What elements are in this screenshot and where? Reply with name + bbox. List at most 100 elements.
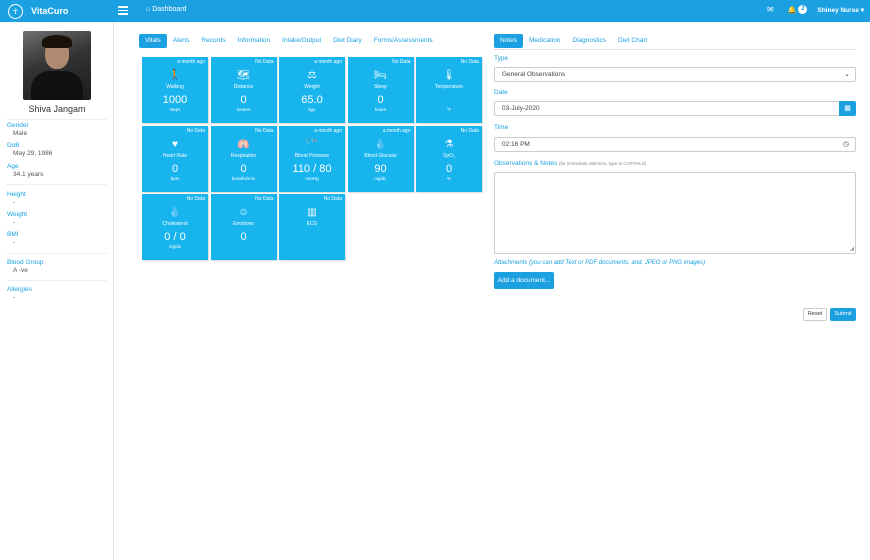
thermometer-icon: 🌡 — [442, 70, 456, 81]
vital-tile[interactable]: No Data ☺ Emotions 0 — [210, 194, 277, 260]
date-input[interactable]: 03-July-2020 ▦ — [494, 101, 856, 116]
add-document-button[interactable]: Add a document... — [494, 272, 554, 289]
home-icon: ⌂ — [146, 6, 151, 13]
tile-last-updated: No Data — [255, 59, 274, 65]
vital-tile[interactable]: a month ago ⚖ Weight 65.0 kgs — [279, 57, 345, 123]
tab-alerts[interactable]: Alerts — [167, 34, 196, 48]
tile-name: Emotions — [233, 221, 254, 227]
breadcrumb[interactable]: ⌂ Dashboard — [146, 6, 186, 13]
tab-diagnostics[interactable]: Diagnostics — [566, 34, 612, 48]
tile-name: Blood Pressure — [294, 152, 330, 159]
tab-intake-output[interactable]: Intake/Output — [276, 34, 327, 48]
tile-last-updated: No Data — [186, 127, 205, 134]
vitals-tabs: Vitals Alerts Records Information Intake… — [139, 34, 439, 48]
tab-diet-chart[interactable]: Diet Chart — [612, 34, 653, 48]
notes-textarea[interactable]: ◢ — [494, 172, 856, 254]
height-field: Height - — [7, 191, 26, 206]
top-navbar: ☥ VitaCuro ⌂ Dashboard ✉ 🔔 2 Shiney Nurs… — [0, 0, 870, 22]
patient-sidebar: Shiva Jangam Gender Male DoB May 29, 1986 … — [0, 22, 114, 560]
tile-value: 0 — [240, 231, 247, 243]
walking-icon: 🚶 — [168, 70, 182, 81]
vital-tile[interactable]: No Data ⚗ SpO₂ 0% — [416, 125, 482, 192]
tile-unit: % — [446, 175, 451, 181]
blood-group-field: Blood Group A -ve — [7, 259, 44, 274]
vital-tile[interactable]: No Data 🗺 Distance 0 meters — [210, 57, 277, 123]
tab-forms-assessments[interactable]: Forms/Assessments — [368, 34, 439, 48]
submit-button[interactable]: Submit — [830, 308, 856, 321]
clock-icon[interactable]: ◷ — [843, 138, 849, 151]
tile-unit: meters — [236, 107, 251, 112]
tile-last-updated: a month ago — [382, 127, 411, 134]
vital-tile[interactable]: No Data ♥ Heart Rate 0 bpm — [142, 125, 208, 192]
lungs-icon: 🫁 — [237, 138, 250, 150]
date-label: Date — [494, 89, 508, 96]
drop-icon: 💧 — [168, 207, 182, 218]
tile-value: 0 — [171, 162, 179, 175]
calendar-icon[interactable]: ▦ — [839, 101, 856, 116]
tile-unit: mg/dL — [168, 244, 182, 249]
tile-name: Walking — [166, 84, 184, 90]
weight-icon: ⚖ — [307, 70, 317, 81]
tile-last-updated: a month ago — [314, 59, 342, 65]
brand[interactable]: ☥ VitaCuro — [8, 3, 68, 19]
menu-toggle-icon[interactable] — [118, 6, 128, 15]
vital-tile[interactable]: No Data ▥ ECG — [279, 194, 345, 260]
vital-tile[interactable]: a month ago 🚶 Walking 1000 steps — [142, 57, 208, 123]
tab-divider — [494, 49, 856, 50]
tile-value: 90 — [374, 162, 387, 175]
bed-icon: 🛏 — [374, 70, 387, 81]
allergies-field: Allergies - — [7, 286, 32, 301]
tile-name: Sleep — [374, 84, 387, 90]
tile-name: Respiration — [230, 152, 257, 159]
stethoscope-icon: 🩺 — [305, 138, 319, 150]
smile-icon: ☺ — [238, 207, 249, 218]
tile-unit: mg/dL — [374, 175, 387, 181]
patient-name: Shiva Jangam — [28, 104, 86, 114]
divider — [7, 280, 107, 281]
vital-tile[interactable]: a month ago 💧 Blood Glucose 90 mg/dL — [347, 125, 414, 192]
vital-tile[interactable]: a month ago 🩺 Blood Pressure 110 / 80 mmHg — [279, 125, 345, 192]
tab-vitals[interactable]: Vitals — [139, 34, 167, 48]
resize-handle-icon[interactable]: ◢ — [850, 246, 854, 252]
notification-badge[interactable]: 2 — [798, 5, 808, 14]
tile-name: Distance — [233, 84, 254, 90]
tab-medication[interactable]: Medication — [523, 34, 566, 48]
mail-icon[interactable]: ✉ — [767, 5, 774, 14]
tile-last-updated: No Data — [392, 59, 411, 65]
bell-icon[interactable]: 🔔 — [788, 6, 797, 14]
tile-value: 0 — [445, 162, 453, 175]
vital-tile[interactable]: No Data 🛏 Sleep 0 hours — [347, 57, 414, 123]
reset-button[interactable]: Reset — [803, 308, 827, 321]
tab-records[interactable]: Records — [195, 34, 231, 48]
tile-unit: breaths/min — [231, 175, 256, 181]
dob-field: DoB May 29, 1986 — [7, 142, 53, 157]
age-field: Age 34.1 years — [7, 163, 44, 178]
vital-tile[interactable]: No Data 🫁 Respiration 0 breaths/min — [210, 125, 277, 192]
tile-last-updated: No Data — [323, 196, 342, 202]
tile-name: Heart Rate — [162, 152, 188, 159]
tile-name: Cholesterol — [162, 221, 188, 227]
vitacuro-logo-icon: ☥ — [8, 3, 23, 19]
tile-name: ECG — [306, 221, 318, 227]
drop-icon: 💧 — [374, 138, 387, 150]
user-menu[interactable]: Shiney Nurse ▾ — [817, 6, 864, 14]
notes-tabs: Notes Medication Diagnostics Diet Chart — [494, 34, 653, 48]
time-input[interactable]: 02:16 PM ◷ — [494, 137, 856, 152]
tab-notes[interactable]: Notes — [494, 34, 523, 48]
vital-tile[interactable]: No Data 🌡 Temperature °F — [416, 57, 482, 123]
breadcrumb-dashboard[interactable]: Dashboard — [152, 6, 186, 13]
tab-information[interactable]: Information — [232, 34, 277, 48]
oxygen-icon: ⚗ — [444, 138, 454, 150]
tile-value: 0 — [240, 162, 247, 175]
divider — [7, 253, 107, 254]
type-select[interactable]: General Observations ⌄ — [494, 67, 856, 82]
time-label: Time — [494, 124, 509, 131]
notes-hint: (for immediate attention, type in CAPITA… — [559, 161, 647, 166]
tile-unit: kgs — [308, 107, 316, 112]
tile-last-updated: No Data — [255, 196, 274, 202]
tile-unit: hours — [374, 107, 387, 112]
tab-diet-diary[interactable]: Diet Diary — [327, 34, 368, 48]
vital-tile[interactable]: No Data 💧 Cholesterol 0 / 0 mg/dL — [142, 194, 208, 260]
notes-label: Observations & Notes (for immediate atte… — [494, 160, 647, 167]
tile-value: 0 — [240, 94, 247, 106]
